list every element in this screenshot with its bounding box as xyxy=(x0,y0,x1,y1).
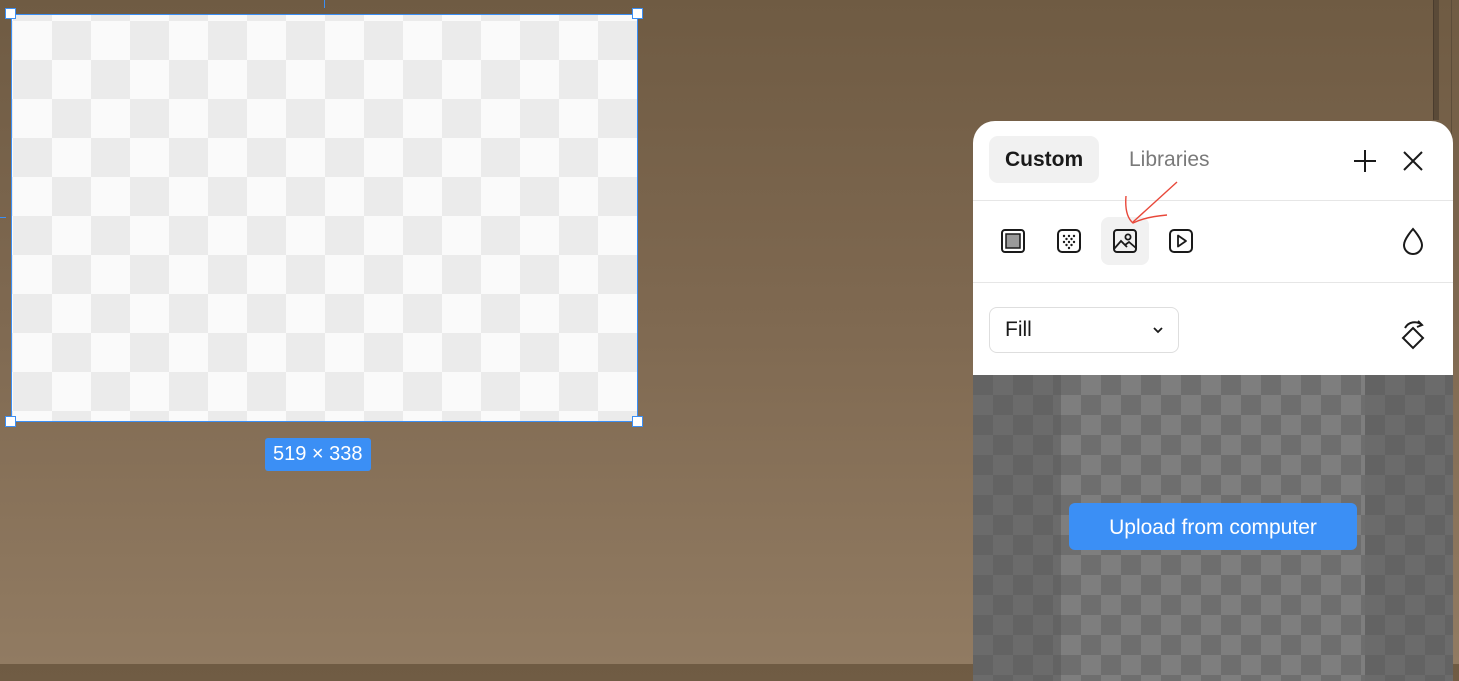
resize-handle-bottom-left[interactable] xyxy=(5,416,16,427)
selected-image-frame[interactable] xyxy=(11,14,638,422)
close-panel-button[interactable] xyxy=(1397,145,1429,177)
opacity-button[interactable] xyxy=(1389,217,1437,265)
preview-backdrop-left xyxy=(973,375,1061,681)
image-fill-icon xyxy=(1113,229,1137,253)
tab-libraries[interactable]: Libraries xyxy=(1113,136,1226,183)
noise-fill-button[interactable] xyxy=(1045,217,1093,265)
solid-fill-icon xyxy=(1001,229,1025,253)
tab-custom[interactable]: Custom xyxy=(989,136,1100,183)
fill-mode-value: Fill xyxy=(1005,318,1032,341)
fill-mode-select[interactable]: Fill xyxy=(989,307,1179,353)
preview-backdrop-right xyxy=(1365,375,1453,681)
plus-icon xyxy=(1354,150,1376,172)
video-fill-icon xyxy=(1169,229,1193,253)
video-fill-button[interactable] xyxy=(1157,217,1205,265)
resize-handle-bottom-right[interactable] xyxy=(632,416,643,427)
rotate-icon[interactable] xyxy=(1393,316,1433,356)
dimension-badge: 519 × 338 xyxy=(265,438,371,471)
close-icon xyxy=(1403,151,1423,171)
upload-from-computer-button[interactable]: Upload from computer xyxy=(1069,503,1357,550)
noise-fill-icon xyxy=(1057,229,1081,253)
drop-icon xyxy=(1402,227,1424,255)
fill-type-row xyxy=(973,201,1453,283)
center-guide-top xyxy=(324,0,325,8)
image-preview-area: Upload from computer xyxy=(973,375,1453,681)
solid-fill-button[interactable] xyxy=(989,217,1037,265)
fill-mode-row: Fill xyxy=(973,283,1453,375)
fill-picker-panel: Custom Libraries Fill Upload from comput… xyxy=(973,121,1453,681)
resize-handle-top-left[interactable] xyxy=(5,8,16,19)
image-fill-button[interactable] xyxy=(1101,217,1149,265)
canvas-scrollbar[interactable] xyxy=(1433,0,1439,120)
chevron-down-icon xyxy=(1153,327,1163,334)
add-style-button[interactable] xyxy=(1349,145,1381,177)
center-guide-left xyxy=(0,217,6,218)
resize-handle-top-right[interactable] xyxy=(632,8,643,19)
panel-header: Custom Libraries xyxy=(973,121,1453,201)
